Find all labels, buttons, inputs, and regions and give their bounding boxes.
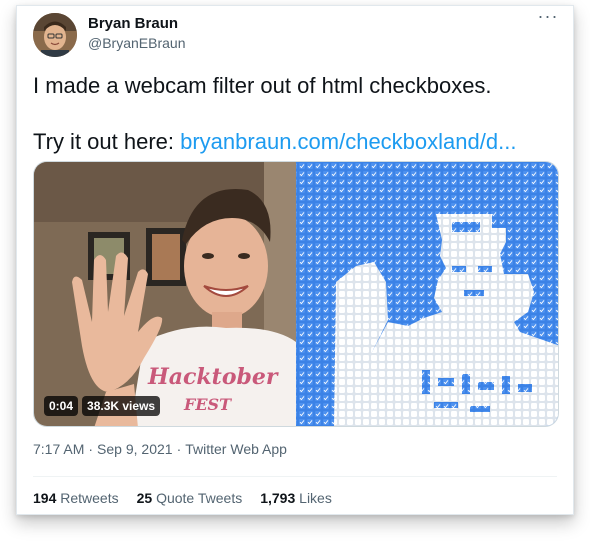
tweet-date[interactable]: Sep 9, 2021 — [97, 441, 173, 457]
divider — [33, 476, 557, 477]
tweet-link[interactable]: bryanbraun.com/checkboxland/d... — [180, 129, 516, 154]
tweet-source[interactable]: Twitter Web App — [185, 441, 287, 457]
video-frame: Hacktober FEST — [34, 162, 558, 426]
author-handle[interactable]: @BryanEBraun — [88, 35, 185, 51]
tweet-stats: 194 Retweets 25 Quote Tweets 1,793 Likes — [33, 490, 332, 506]
tweet-time[interactable]: 7:17 AM — [33, 441, 84, 457]
quote-tweets-label: Quote Tweets — [156, 490, 243, 506]
tweet-metadata: 7:17 AM · Sep 9, 2021 · Twitter Web App — [33, 441, 287, 457]
retweets-stat[interactable]: 194 Retweets — [33, 490, 119, 506]
tweet-card: Bryan Braun @BryanEBraun ··· I made a we… — [16, 5, 574, 515]
separator: · — [176, 441, 182, 457]
avatar[interactable] — [33, 13, 77, 57]
separator: · — [88, 441, 94, 457]
tweet-video[interactable]: Hacktober FEST 0:04 38.3K views — [33, 161, 559, 427]
video-badges: 0:04 38.3K views — [44, 396, 161, 416]
webcam-photo: Hacktober FEST — [34, 162, 296, 426]
more-options-button[interactable]: ··· — [533, 6, 563, 28]
avatar-image — [33, 13, 77, 57]
more-horizontal-icon: ··· — [537, 6, 559, 26]
quote-tweets-count: 25 — [136, 490, 153, 506]
svg-text:FEST: FEST — [183, 395, 232, 414]
retweets-count: 194 — [33, 490, 57, 506]
video-time-badge: 0:04 — [44, 396, 79, 416]
quote-tweets-stat[interactable]: 25 Quote Tweets — [137, 490, 243, 506]
likes-stat[interactable]: 1,793 Likes — [260, 490, 332, 506]
tweet-text: I made a webcam filter out of html check… — [33, 71, 558, 156]
retweets-label: Retweets — [60, 490, 119, 506]
video-views-badge: 38.3K views — [82, 396, 161, 416]
tweet-line-2: Try it out here: bryanbraun.com/checkbox… — [33, 127, 558, 156]
likes-label: Likes — [299, 490, 332, 506]
shirt-print: Hacktober — [147, 364, 279, 390]
author-name[interactable]: Bryan Braun — [88, 15, 178, 32]
tweet-line-2-prefix: Try it out here: — [33, 129, 181, 154]
likes-count: 1,793 — [260, 490, 296, 506]
tweet-line-1: I made a webcam filter out of html check… — [33, 73, 492, 98]
checkbox-filter — [296, 162, 558, 426]
